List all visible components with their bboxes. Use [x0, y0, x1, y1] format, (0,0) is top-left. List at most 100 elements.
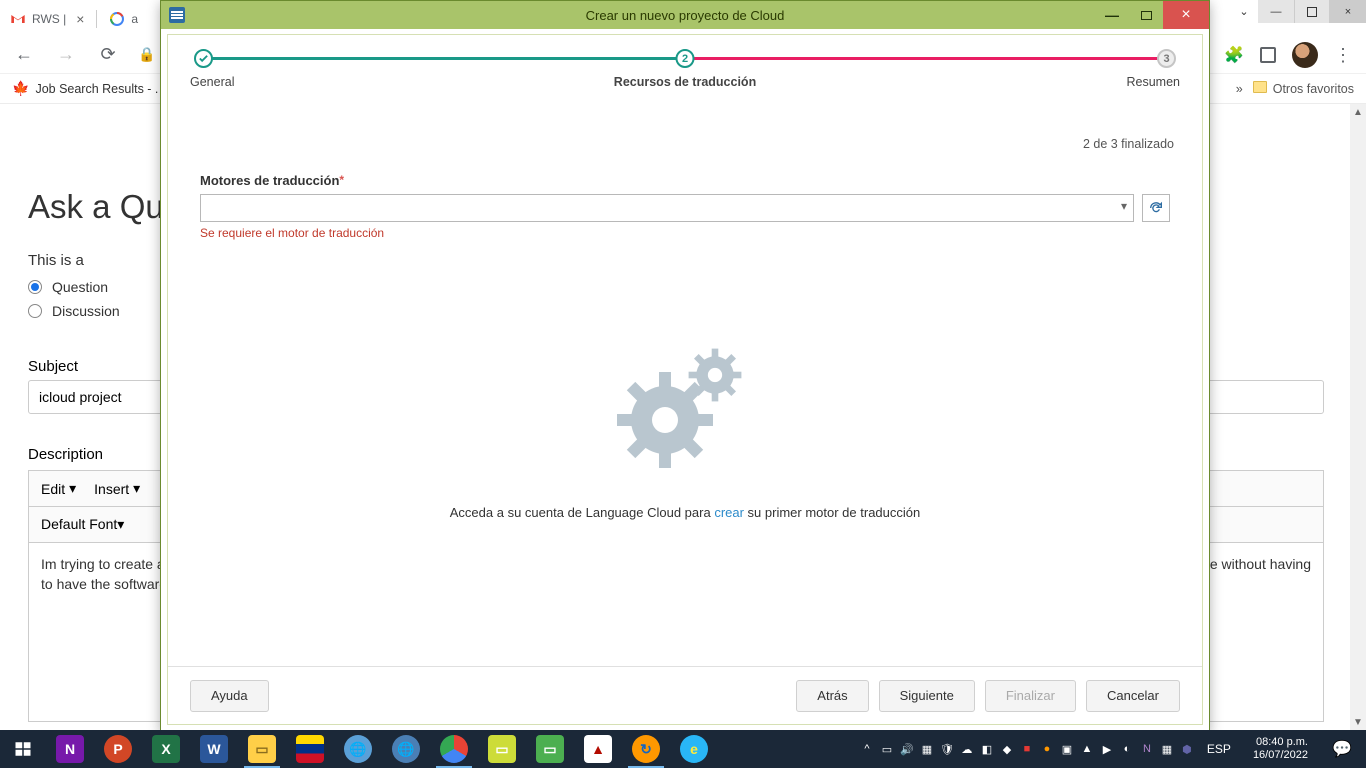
step-3-pending[interactable]: 3 [1157, 49, 1176, 68]
taskbar-app-ie[interactable]: e [670, 730, 718, 768]
bookmarks-overflow[interactable]: » [1236, 82, 1243, 96]
maximize-button[interactable] [1129, 1, 1163, 29]
step-label-resources: Recursos de traducción [520, 75, 850, 89]
description-label: Description [28, 446, 103, 463]
tray-up-icon[interactable]: ^ [859, 741, 875, 757]
page-scrollbar[interactable]: ▲ ▼ [1350, 104, 1366, 730]
back-button[interactable]: Atrás [796, 680, 868, 712]
dialog-body: 2 3 General Recursos de traducción Resum… [167, 34, 1203, 725]
minimize-button[interactable]: — [1258, 0, 1294, 23]
taskbar-app-flag[interactable] [286, 730, 334, 768]
taskbar-app-globe2[interactable]: 🌐 [382, 730, 430, 768]
insert-menu[interactable]: Insert▾ [94, 480, 140, 497]
translation-engine-field: Motores de traducción* Se requiere el mo… [200, 173, 1170, 240]
reload-button[interactable]: ⟳ [96, 43, 120, 67]
step-2-current[interactable]: 2 [676, 49, 695, 68]
outer-window-controls: ⌄ — × [1230, 0, 1366, 23]
taskbar-app-excel[interactable]: X [142, 730, 190, 768]
bookmark-item[interactable]: Job Search Results - . [35, 82, 158, 96]
close-icon[interactable]: × [72, 11, 84, 27]
tray-app-icon[interactable]: ▲ [1079, 741, 1095, 757]
browser-tab[interactable]: RWS | × [0, 4, 94, 34]
tray-app-icon[interactable]: ▦ [1159, 741, 1175, 757]
back-button[interactable]: ← [12, 43, 36, 67]
tray-app-icon[interactable]: ◆ [999, 741, 1015, 757]
tray-battery-icon[interactable]: ▭ [879, 741, 895, 757]
language-indicator[interactable]: ESP [1199, 742, 1239, 756]
tray-volume-icon[interactable]: 🔊 [899, 741, 915, 757]
step-1-done-icon[interactable] [194, 49, 213, 68]
profile-avatar[interactable] [1292, 42, 1318, 68]
radio-icon [28, 280, 42, 294]
menu-icon[interactable]: ⋮ [1334, 45, 1352, 66]
chevron-down-icon[interactable]: ⌄ [1230, 0, 1258, 23]
tray-teams-icon[interactable]: ⬢ [1179, 741, 1195, 757]
radio-label: Question [52, 279, 108, 295]
google-icon [109, 11, 125, 27]
tray-onenote-icon[interactable]: N [1139, 741, 1155, 757]
next-button[interactable]: Siguiente [879, 680, 975, 712]
lock-icon: 🔒 [138, 46, 155, 63]
taskbar-app-green[interactable]: ▭ [526, 730, 574, 768]
tray-app-icon[interactable]: ▶ [1099, 741, 1115, 757]
tray-app-icon[interactable]: ◐ [1119, 741, 1135, 757]
edit-menu[interactable]: Edit▾ [41, 480, 76, 497]
refresh-button[interactable] [1142, 194, 1170, 222]
taskbar-app-acrobat[interactable]: ▲ [574, 730, 622, 768]
scroll-down-icon[interactable]: ▼ [1350, 714, 1366, 730]
other-bookmarks[interactable]: Otros favoritos [1253, 81, 1354, 96]
refresh-icon [1148, 200, 1164, 216]
clock[interactable]: 08:40 p.m. 16/07/2022 [1243, 736, 1318, 762]
system-tray: ^ ▭ 🔊 ▦ 🛡 ☁ ◧ ◆ ■ ● ▣ ▲ ▶ ◐ N ▦ ⬢ ESP 08… [859, 730, 1366, 768]
taskbar-app-explorer[interactable]: ▭ [238, 730, 286, 768]
taskbar: N P X W ▭ 🌐 🌐 ▭ ▭ ▲ ↻ e ^ ▭ 🔊 ▦ 🛡 ☁ ◧ ◆ … [0, 730, 1366, 768]
tray-app-icon[interactable]: ▣ [1059, 741, 1075, 757]
tray-app-icon[interactable]: ◧ [979, 741, 995, 757]
taskbar-app-powerpoint[interactable]: P [94, 730, 142, 768]
empty-state: Acceda a su cuenta de Language Cloud par… [168, 335, 1202, 520]
taskbar-app-chrome[interactable] [430, 730, 478, 768]
maximize-button[interactable] [1294, 0, 1330, 23]
close-button[interactable]: × [1330, 0, 1366, 23]
finish-button: Finalizar [985, 680, 1076, 712]
dialog-titlebar[interactable]: Crear un nuevo proyecto de Cloud — × [161, 1, 1209, 29]
tray-app-icon[interactable]: ● [1039, 741, 1055, 757]
extensions-icon[interactable]: 🧩 [1224, 45, 1244, 65]
browser-tab[interactable]: a [99, 4, 148, 34]
maple-leaf-icon: 🍁 [12, 80, 29, 97]
minimize-button[interactable]: — [1095, 1, 1129, 29]
tray-network-icon[interactable]: ▦ [919, 741, 935, 757]
radio-option[interactable]: Discussion [28, 303, 120, 319]
cancel-button[interactable]: Cancelar [1086, 680, 1180, 712]
dialog-title: Crear un nuevo proyecto de Cloud [161, 8, 1209, 23]
translation-engine-dropdown[interactable] [200, 194, 1134, 222]
forward-button[interactable]: → [54, 43, 78, 67]
required-asterisk: * [339, 173, 344, 187]
action-center-icon[interactable]: 💬 [1322, 730, 1362, 768]
tray-cloud-icon[interactable]: ☁ [959, 741, 975, 757]
taskbar-app-globe[interactable]: 🌐 [334, 730, 382, 768]
start-button[interactable] [0, 730, 46, 768]
taskbar-app-word[interactable]: W [190, 730, 238, 768]
url-bar[interactable]: 🔒 [138, 46, 155, 63]
panel-icon[interactable] [1260, 47, 1276, 63]
taskbar-app-notes[interactable]: ▭ [478, 730, 526, 768]
scroll-up-icon[interactable]: ▲ [1350, 104, 1366, 120]
tray-shield-icon[interactable]: 🛡 [939, 741, 955, 757]
wizard-steps: 2 3 General Recursos de traducción Resum… [190, 47, 1180, 91]
taskbar-app-sync[interactable]: ↻ [622, 730, 670, 768]
taskbar-app-onenote[interactable]: N [46, 730, 94, 768]
caret-down-icon: ▾ [69, 480, 76, 497]
tab-label: RWS | [32, 12, 66, 26]
help-button[interactable]: Ayuda [190, 680, 269, 712]
create-link[interactable]: crear [714, 505, 744, 520]
caret-down-icon: ▾ [133, 480, 140, 497]
tray-app-icon[interactable]: ■ [1019, 741, 1035, 757]
font-menu[interactable]: Default Font▾ [41, 516, 124, 533]
browser-tab-strip: RWS | × a [0, 2, 148, 36]
windows-icon [14, 740, 32, 758]
step-label-summary: Resumen [850, 75, 1180, 89]
close-button[interactable]: × [1163, 1, 1209, 29]
radio-option[interactable]: Question [28, 279, 120, 295]
wizard-progress-text: 2 de 3 finalizado [1083, 137, 1174, 151]
